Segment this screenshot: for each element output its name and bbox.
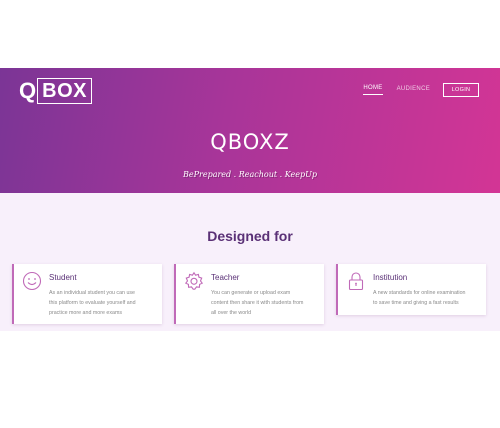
- card-desc-line: A new standards for online examination: [373, 290, 466, 296]
- card-description: As an individual student you can use thi…: [49, 288, 136, 318]
- card-desc-line: this platform to evaluate yourself and: [49, 300, 136, 306]
- card-desc-line: all over the world: [211, 310, 252, 316]
- hero-tagline: BePrepared . Reachout . KeepUp: [183, 170, 317, 179]
- hero-banner: Q BOX HOME AUDIENCE LOGIN QBOXZ BePrepar…: [0, 68, 500, 193]
- logo-box: BOX: [37, 78, 92, 104]
- section-title: Designed for: [207, 228, 293, 244]
- card-title: Teacher: [211, 273, 240, 282]
- card-desc-line: You can generate or upload exam: [211, 290, 291, 296]
- lock-icon: [346, 271, 366, 291]
- nav-home-link[interactable]: HOME: [363, 85, 383, 95]
- card-desc-line: to save time and giving a fast results: [373, 300, 459, 306]
- nav-audience-link[interactable]: AUDIENCE: [397, 86, 430, 95]
- smiley-icon: [22, 271, 42, 291]
- card-title: Institution: [373, 273, 408, 282]
- logo[interactable]: Q BOX: [19, 78, 92, 104]
- card-title: Student: [49, 273, 77, 282]
- card-teacher[interactable]: Teacher You can generate or upload exam …: [174, 264, 324, 324]
- login-button[interactable]: LOGIN: [443, 83, 479, 97]
- page: Q BOX HOME AUDIENCE LOGIN QBOXZ BePrepar…: [0, 0, 500, 428]
- card-desc-line: content then share it with students from: [211, 300, 304, 306]
- logo-q: Q: [19, 78, 37, 103]
- card-desc-line: practice more and more exams: [49, 310, 123, 316]
- card-student[interactable]: Student As an individual student you can…: [12, 264, 162, 324]
- card-desc-line: As an individual student you can use: [49, 290, 135, 296]
- hero-title: QBOXZ: [210, 130, 290, 154]
- card-institution[interactable]: Institution A new standards for online e…: [336, 264, 486, 315]
- designed-for-section: Designed for Student As an individual st…: [0, 193, 500, 331]
- gear-icon: [184, 271, 204, 291]
- card-description: A new standards for online examination t…: [373, 288, 465, 308]
- card-description: You can generate or upload exam content …: [211, 288, 303, 318]
- top-nav: HOME AUDIENCE LOGIN: [363, 83, 479, 97]
